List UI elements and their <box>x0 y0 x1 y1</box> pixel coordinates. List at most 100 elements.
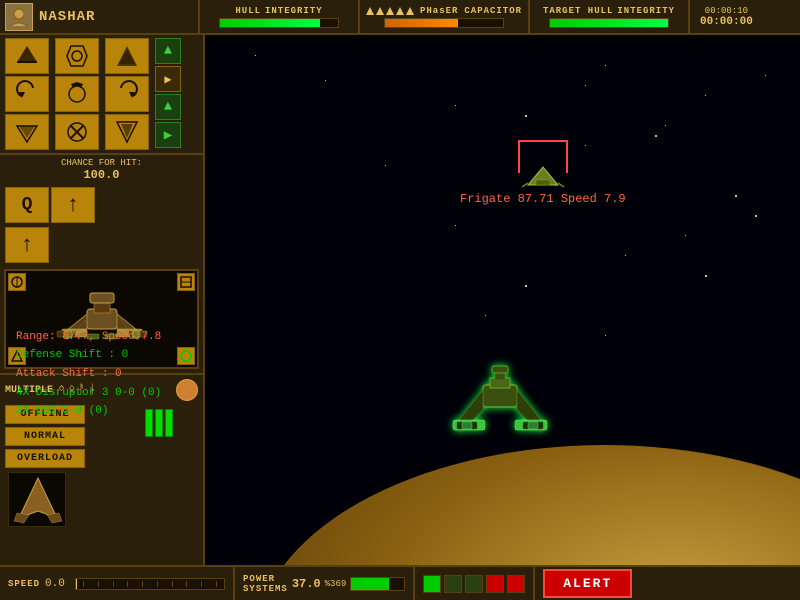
power-label1: POWER <box>243 574 288 584</box>
status-lights <box>415 567 535 600</box>
enemy-ship-svg <box>518 165 568 190</box>
single-up-btn[interactable]: ↑ <box>5 227 49 263</box>
ctrl-btn-rot-left[interactable] <box>5 76 49 112</box>
ctrl-btn-cancel[interactable] <box>55 114 99 150</box>
star <box>735 195 737 197</box>
right-icon-2: ▶ <box>155 66 181 92</box>
small-ship-area <box>8 472 66 527</box>
ctrl-btn-down-left[interactable] <box>5 114 49 150</box>
control-buttons <box>5 38 153 150</box>
timer-label: 00:00:10 <box>705 6 748 16</box>
hull-integrity-label1: HULL <box>235 6 261 16</box>
phaser-bar <box>384 18 504 28</box>
status-light-4 <box>486 575 504 593</box>
combat-stats: Range: 87.7, Speed:7.8 Defense Shift : 0… <box>10 324 167 425</box>
phaser-label1: PHasER <box>420 6 458 16</box>
chance-area: CHANCE FOR HIT: 100.0 <box>0 155 203 185</box>
target-hull-label1: TARGET HULL <box>543 6 613 16</box>
power-bar <box>350 577 405 591</box>
star <box>585 85 586 86</box>
star <box>605 65 606 66</box>
main-area: ▲ ▶ ▲ ▶ CHANCE FOR HIT: 100.0 Q <box>0 35 800 565</box>
speed-label: SPEED <box>8 579 40 589</box>
target-ship[interactable]: Frigate 87.71 Speed 7.9 <box>460 140 626 206</box>
hull-integrity-section: HULL INTEGRITY <box>200 0 360 33</box>
star <box>705 95 706 96</box>
star <box>455 225 456 226</box>
overload-btn[interactable]: OVERLOAD <box>5 449 85 468</box>
phaser-indicators <box>366 7 414 15</box>
avatar <box>5 3 33 31</box>
corner-icon-tr <box>177 273 195 291</box>
planet-arc <box>255 445 800 565</box>
star <box>485 315 486 316</box>
power-section: POWER SYSTEMS 37.0 %369 <box>235 567 415 600</box>
power-fill <box>351 578 389 590</box>
star <box>705 275 707 277</box>
hull-integrity-label2: INTEGRITY <box>265 6 323 16</box>
star <box>665 125 666 126</box>
star <box>605 335 606 336</box>
ctrl-btn-up-left[interactable] <box>5 38 49 74</box>
status-light-2 <box>444 575 462 593</box>
star <box>255 55 256 56</box>
up-btn[interactable]: ↑ <box>51 187 95 223</box>
fire-indicator <box>176 379 198 401</box>
target-hull-section: TARGET HULL INTEGRITY <box>530 0 690 33</box>
ctrl-btn-up-right[interactable] <box>105 38 149 74</box>
target-hull-bar <box>549 18 669 28</box>
alert-button[interactable]: ALERT <box>543 569 632 598</box>
star <box>525 285 527 287</box>
star <box>685 235 686 236</box>
power-value: 37.0 <box>292 577 321 591</box>
right-icon-3: ▲ <box>155 94 181 120</box>
phaser-label2: CAPACITOR <box>464 6 522 16</box>
star <box>525 115 527 117</box>
speed-slider[interactable] <box>75 578 225 590</box>
target-hull-fill <box>550 19 668 27</box>
status-light-1 <box>423 575 441 593</box>
stat-range: Range: 87.7, Speed:7.8 <box>16 328 161 347</box>
ctrl-btn-cross[interactable] <box>55 38 99 74</box>
target-bracket <box>518 140 568 165</box>
star <box>755 215 757 217</box>
left-panel: ▲ ▶ ▲ ▶ CHANCE FOR HIT: 100.0 Q <box>0 35 205 565</box>
star <box>655 135 657 137</box>
game-view: Frigate 87.71 Speed 7.9 <box>205 35 800 565</box>
corner-icon-tl <box>8 273 26 291</box>
right-icon-4: ▶ <box>155 122 181 148</box>
timer-value: 00:00:00 <box>700 16 753 28</box>
star <box>455 105 456 106</box>
status-light-5 <box>507 575 525 593</box>
power-label2: SYSTEMS <box>243 584 288 594</box>
target-hull-label2: INTEGRITY <box>617 6 675 16</box>
target-label: Frigate 87.71 Speed 7.9 <box>460 192 626 206</box>
ctrl-btn-down-right[interactable] <box>105 114 149 150</box>
chance-value: 100.0 <box>83 168 119 182</box>
hull-integrity-fill <box>220 19 320 27</box>
ctrl-btn-target[interactable] <box>55 76 99 112</box>
star <box>325 80 326 81</box>
stat-weapon2: 2X ESG 0-0 (0) <box>16 402 161 421</box>
speed-section: SPEED 0.0 <box>0 567 235 600</box>
normal-btn[interactable]: NORMAL <box>5 427 85 446</box>
star <box>765 75 766 76</box>
stat-defense: Defense Shift : 0 <box>16 346 161 365</box>
speed-value: 0.0 <box>45 578 70 590</box>
bottom-bar: SPEED 0.0 POWER SYSTEMS 37.0 %3 <box>0 565 800 600</box>
stat-weapon1: 4X Disruptor 3 0-0 (0) <box>16 384 161 403</box>
ctrl-btn-rot-right[interactable] <box>105 76 149 112</box>
q-row: Q ↑ <box>0 185 203 225</box>
phaser-capacitor-section: PHasER CAPACITOR <box>360 0 530 33</box>
right-icon-1: ▲ <box>155 38 181 64</box>
stat-attack: Attack Shift : 0 <box>16 365 161 384</box>
phaser-fill <box>385 19 458 27</box>
top-bar: NASHAR HULL INTEGRITY PHasER CAPACITOR <box>0 0 800 35</box>
timer-section: 00:00:10 00:00:00 <box>690 0 763 33</box>
hull-integrity-bar <box>219 18 339 28</box>
q-btn[interactable]: Q <box>5 187 49 223</box>
status-light-3 <box>465 575 483 593</box>
control-grid-area: ▲ ▶ ▲ ▶ <box>0 35 203 155</box>
chance-label: CHANCE FOR HIT: <box>61 158 142 168</box>
corner-icon-br <box>177 347 195 365</box>
